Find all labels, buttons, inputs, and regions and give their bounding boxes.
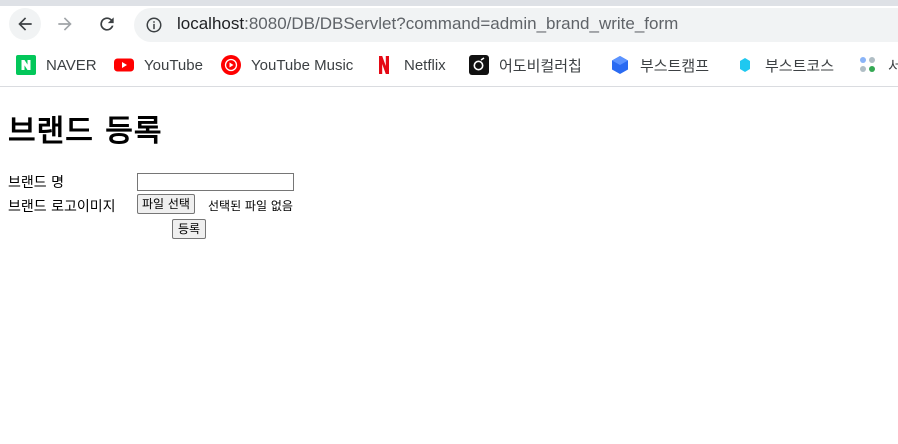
bookmark-label: 어도비컬러칩 (499, 57, 582, 75)
bookmark-adobe-color[interactable]: 어도비컬러칩 (469, 48, 582, 82)
apps-icon (858, 55, 878, 75)
url-path: :8080/DB/DBServlet?command=admin_brand_w… (244, 14, 679, 33)
brand-name-input[interactable] (137, 173, 294, 191)
tab-strip (0, 0, 898, 6)
address-bar[interactable]: localhost:8080/DB/DBServlet?command=admi… (134, 8, 898, 42)
bookmark-label: 부스트캠프 (640, 57, 710, 75)
bookmark-label: NAVER (46, 56, 97, 74)
adobe-color-icon (469, 55, 489, 75)
back-button[interactable] (9, 8, 41, 40)
naver-icon (16, 55, 36, 75)
page-content: 브랜드 등록 브랜드 명 브랜드 로고이미지 파일 선택 선택된 파일 없음 등… (0, 88, 898, 444)
bookmark-netflix[interactable]: Netflix (374, 48, 446, 82)
bookmark-boostcamp[interactable]: 부스트캠프 (610, 48, 709, 82)
bookmark-label: Netflix (404, 56, 446, 74)
bookmark-label: 서 (888, 57, 898, 75)
brand-logo-label: 브랜드 로고이미지 (8, 199, 116, 215)
page-title: 브랜드 등록 (8, 114, 163, 149)
bookmark-youtube-music[interactable]: YouTube Music (221, 48, 353, 82)
file-select-button[interactable]: 파일 선택 (137, 194, 195, 214)
youtube-music-icon (221, 55, 241, 75)
bookmark-boostcourse[interactable]: 부스트코스 (735, 48, 834, 82)
reload-button[interactable] (91, 8, 123, 40)
bookmark-label: YouTube Music (251, 56, 354, 74)
bookmark-apps[interactable]: 서 (858, 48, 898, 82)
youtube-icon (114, 55, 134, 75)
bookmark-label: YouTube (144, 56, 203, 74)
bookmarks-bar: NAVER YouTube YouTube Music Netflix 어도비컬… (0, 48, 898, 87)
boostcourse-icon (735, 55, 755, 75)
info-icon[interactable] (145, 16, 163, 34)
forward-button[interactable] (49, 8, 81, 40)
boostcamp-icon (610, 55, 630, 75)
bookmark-naver[interactable]: NAVER (16, 48, 97, 82)
submit-button[interactable]: 등록 (172, 219, 207, 239)
bookmark-youtube[interactable]: YouTube (114, 48, 203, 82)
file-status-text: 선택된 파일 없음 (208, 199, 293, 213)
reload-icon (100, 17, 114, 31)
bookmark-label: 부스트코스 (765, 57, 835, 75)
browser-toolbar: localhost:8080/DB/DBServlet?command=admi… (0, 0, 898, 48)
url-text: localhost:8080/DB/DBServlet?command=admi… (177, 14, 678, 34)
url-host: localhost (177, 14, 245, 33)
forward-arrow-icon (58, 17, 72, 31)
brand-name-label: 브랜드 명 (8, 175, 64, 191)
back-arrow-icon (18, 17, 32, 31)
netflix-icon (374, 55, 394, 75)
